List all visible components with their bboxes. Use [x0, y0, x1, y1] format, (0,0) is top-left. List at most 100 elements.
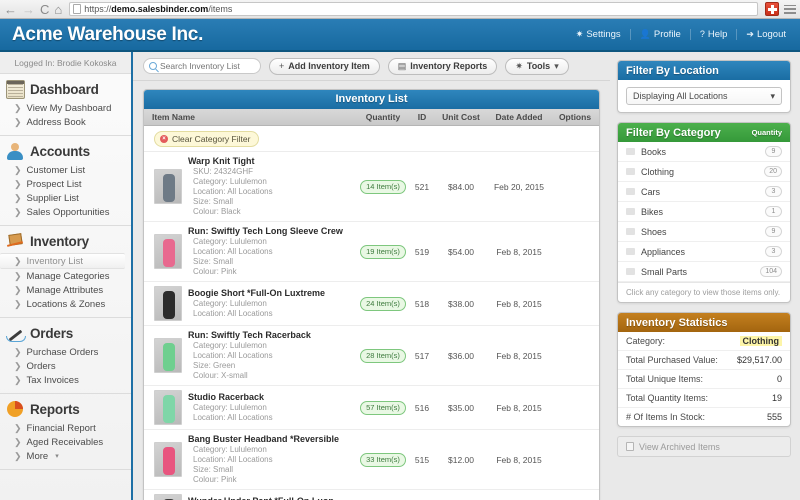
category-quantity-badge: 20: [764, 166, 782, 177]
sidebar-group-header-dashboard: Dashboard: [0, 78, 131, 101]
item-meta-line: SKU: 24324GHF: [188, 167, 357, 177]
sidebar-group-inventory: Inventory❯Inventory List❯Manage Categori…: [0, 226, 131, 318]
gear-icon: ✷: [515, 61, 523, 72]
quantity-badge: 57 Item(s): [360, 401, 406, 415]
category-item-small-parts[interactable]: Small Parts104: [618, 262, 790, 282]
table-row[interactable]: Warp Knit TightSKU: 24324GHFCategory: Lu…: [144, 152, 599, 222]
category-item-books[interactable]: Books9: [618, 142, 790, 162]
category-color-chip: [626, 228, 635, 235]
sidebar-item-prospect-list[interactable]: ❯Prospect List: [0, 177, 131, 191]
chevron-down-icon: ▾: [554, 61, 559, 72]
item-quantity-cell: 24 Item(s): [357, 297, 409, 311]
quantity-badge: 14 Item(s): [360, 180, 406, 194]
chevron-down-icon: ▾: [55, 452, 59, 460]
tools-button[interactable]: ✷ Tools ▾: [505, 58, 568, 75]
inventory-statistics-panel: Inventory Statistics Category: Clothing To…: [617, 312, 791, 427]
sidebar-item-locations-zones[interactable]: ❯Locations & Zones: [0, 297, 131, 311]
back-icon[interactable]: ←: [4, 3, 17, 16]
sidebar-item-label: Customer List: [27, 165, 86, 176]
address-bar[interactable]: https://demo.salesbinder.com/items: [69, 2, 758, 16]
item-id-cell: 516: [409, 403, 435, 413]
statistic-value: Clothing: [740, 336, 783, 346]
table-row[interactable]: Boogie Short *Full-On LuxtremeCategory: …: [144, 282, 599, 326]
inventory-reports-button[interactable]: ▤ Inventory Reports: [388, 58, 498, 75]
app-brand-title: Acme Warehouse Inc.: [12, 24, 203, 46]
table-row[interactable]: Wunder Under Pant *Full-On LuonCategory:…: [144, 490, 599, 500]
filter-by-location-panel: Filter By Location Displaying All Locati…: [617, 60, 791, 113]
sidebar-item-manage-categories[interactable]: ❯Manage Categories: [0, 269, 131, 283]
sidebar-item-orders[interactable]: ❯Orders: [0, 359, 131, 373]
sidebar-group-header-orders: Orders: [0, 322, 131, 345]
category-item-appliances[interactable]: Appliances3: [618, 242, 790, 262]
item-meta-line: Colour: Pink: [188, 267, 357, 277]
item-date-added-cell: Feb 8, 2015: [487, 247, 551, 257]
item-name: Run: Swiftly Tech Racerback: [188, 330, 357, 340]
item-name: Warp Knit Tight: [188, 156, 357, 166]
main-content: + Add Inventory Item ▤ Inventory Reports…: [133, 52, 610, 500]
sidebar-item-purchase-orders[interactable]: ❯Purchase Orders: [0, 345, 131, 359]
statistic-label: Total Quantity Items:: [626, 393, 708, 403]
home-icon[interactable]: ⌂: [54, 3, 62, 16]
extension-icon[interactable]: [765, 2, 779, 16]
category-color-chip: [626, 208, 635, 215]
top-nav-logout[interactable]: ➔ Logout: [737, 29, 790, 40]
item-unit-cost-cell: $38.00: [435, 299, 487, 309]
table-row[interactable]: Run: Swiftly Tech RacerbackCategory: Lul…: [144, 326, 599, 386]
statistic-label: # Of Items In Stock:: [626, 412, 705, 422]
table-row[interactable]: Run: Swiftly Tech Long Sleeve CrewCatego…: [144, 222, 599, 282]
table-row[interactable]: Studio RacerbackCategory: LululemonLocat…: [144, 386, 599, 430]
item-meta-line: Category: Lululemon: [188, 177, 357, 187]
sidebar-item-financial-report[interactable]: ❯Financial Report: [0, 421, 131, 435]
sidebar-item-supplier-list[interactable]: ❯Supplier List: [0, 191, 131, 205]
sidebar-item-customer-list[interactable]: ❯Customer List: [0, 163, 131, 177]
item-unit-cost-cell: $12.00: [435, 455, 487, 465]
category-color-chip: [626, 168, 635, 175]
sidebar-group-orders: Orders❯Purchase Orders❯Orders❯Tax Invoic…: [0, 318, 131, 394]
statistic-label: Category:: [626, 336, 665, 346]
forward-icon[interactable]: →: [22, 3, 35, 16]
quantity-badge: 33 Item(s): [360, 453, 406, 467]
sidebar-item-inventory-list[interactable]: ❯Inventory List: [0, 253, 125, 269]
sidebar-group-reports: Reports❯Financial Report❯Aged Receivable…: [0, 394, 131, 470]
category-item-clothing[interactable]: Clothing20: [618, 162, 790, 182]
item-unit-cost-cell: $36.00: [435, 351, 487, 361]
person-icon: 👤: [640, 29, 651, 40]
add-inventory-item-label: Add Inventory Item: [288, 61, 370, 71]
table-row[interactable]: Bang Buster Headband *ReversibleCategory…: [144, 430, 599, 490]
category-item-shoes[interactable]: Shoes9: [618, 222, 790, 242]
sidebar-item-sales-opportunities[interactable]: ❯Sales Opportunities: [0, 205, 131, 219]
item-meta-line: Location: All Locations: [188, 455, 357, 465]
sidebar-item-manage-attributes[interactable]: ❯Manage Attributes: [0, 283, 131, 297]
document-icon: [626, 442, 634, 451]
sidebar-item-tax-invoices[interactable]: ❯Tax Invoices: [0, 373, 131, 387]
category-item-cars[interactable]: Cars3: [618, 182, 790, 202]
search-input[interactable]: [160, 61, 255, 71]
sidebar-item-view-my-dashboard[interactable]: ❯View My Dashboard: [0, 101, 131, 115]
clear-category-filter-button[interactable]: × Clear Category Filter: [154, 131, 259, 147]
category-item-bikes[interactable]: Bikes1: [618, 202, 790, 222]
browser-menu-icon[interactable]: [784, 4, 796, 15]
search-input-wrapper[interactable]: [143, 58, 261, 74]
inventory-statistics-title: Inventory Statistics: [626, 317, 727, 329]
top-nav-logout-label: Logout: [757, 29, 786, 40]
item-id-cell: 518: [409, 299, 435, 309]
category-quantity-badge: 3: [765, 246, 782, 257]
view-archived-items-button[interactable]: View Archived Items: [617, 436, 791, 457]
table-header-row: Item Name Quantity ID Unit Cost Date Add…: [144, 109, 599, 126]
sidebar-item-address-book[interactable]: ❯Address Book: [0, 115, 131, 129]
category-name: Cars: [641, 187, 759, 197]
location-select[interactable]: Displaying All Locations ▾: [626, 87, 782, 105]
item-meta-line: Category: Lululemon: [188, 403, 357, 413]
quantity-badge: 19 Item(s): [360, 245, 406, 259]
plus-icon: +: [279, 61, 284, 71]
chevron-right-icon: ❯: [14, 194, 22, 203]
top-nav-profile[interactable]: 👤 Profile: [631, 29, 691, 40]
top-nav-help[interactable]: ? Help: [691, 29, 738, 40]
add-inventory-item-button[interactable]: + Add Inventory Item: [269, 58, 380, 75]
sidebar-item-aged-receivables[interactable]: ❯Aged Receivables: [0, 435, 131, 449]
sidebar-item-more[interactable]: ❯More▾: [0, 449, 131, 463]
page-info-icon: [73, 4, 81, 14]
reload-icon[interactable]: C: [40, 3, 49, 16]
top-nav-settings[interactable]: ✷ Settings: [567, 29, 631, 40]
chevron-right-icon: ❯: [14, 286, 22, 295]
